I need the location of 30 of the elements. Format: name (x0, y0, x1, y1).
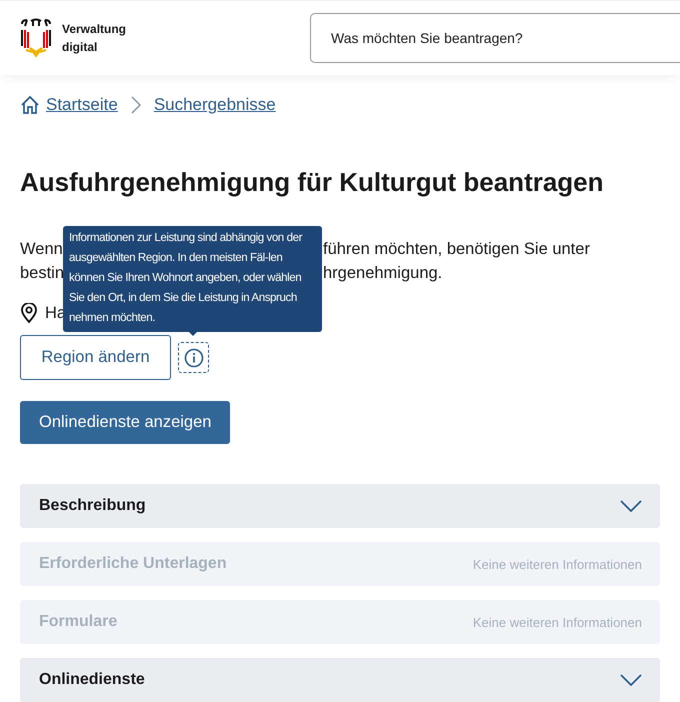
intro-text: bestin (20, 263, 64, 284)
logo-text: digital (62, 39, 98, 56)
change-region-button[interactable]: Region ändern (20, 335, 171, 380)
section-title: Onlinedienste (39, 671, 146, 689)
chevron-down-icon (620, 500, 642, 512)
breadcrumb-link[interactable]: Suchergebnisse (154, 95, 276, 115)
home-icon[interactable] (20, 95, 40, 115)
location-pin-icon (20, 303, 38, 323)
page-title: Ausfuhrgenehmigung für Kulturgut beantragen (20, 166, 605, 199)
breadcrumb-link[interactable]: Startseite (46, 95, 118, 115)
eagle-logo-icon (18, 18, 54, 58)
section-title: Beschreibung (39, 497, 147, 515)
info-icon (184, 348, 204, 368)
accordion-section[interactable]: Onlinedienste (20, 658, 660, 702)
intro-text: hrgenehmigung. (323, 263, 442, 284)
search-field[interactable]: Was möchten Sie beantragen? (310, 13, 680, 63)
logo-text: Verwaltung (62, 21, 126, 38)
info-tooltip: Informationen zur Leistung sind abhängig von der ausgewählten Region. In den meisten Fäl-len können Sie Ihren Wohnort angeben, oder wählen Sie den Ort, in dem Sie die Leistung in Anspruch nehmen möchten. (63, 226, 322, 332)
section-title: Formulare (39, 613, 118, 631)
tooltip-arrow-icon (186, 329, 200, 336)
section-title: Erforderliche Unterlagen (39, 555, 228, 573)
section-note: Keine weiteren Informationen (472, 556, 642, 572)
show-online-services-button[interactable]: Onlinedienste anzeigen (20, 401, 230, 444)
intro-text: führen möchten, benötigen Sie unter (323, 239, 590, 260)
section-note: Keine weiteren Informationen (472, 614, 642, 630)
chevron-right-icon (130, 95, 142, 115)
intro-text: Wenn (20, 239, 63, 260)
info-button[interactable] (178, 342, 209, 373)
chevron-down-icon (620, 674, 642, 686)
accordion-section[interactable]: Beschreibung (20, 484, 660, 528)
